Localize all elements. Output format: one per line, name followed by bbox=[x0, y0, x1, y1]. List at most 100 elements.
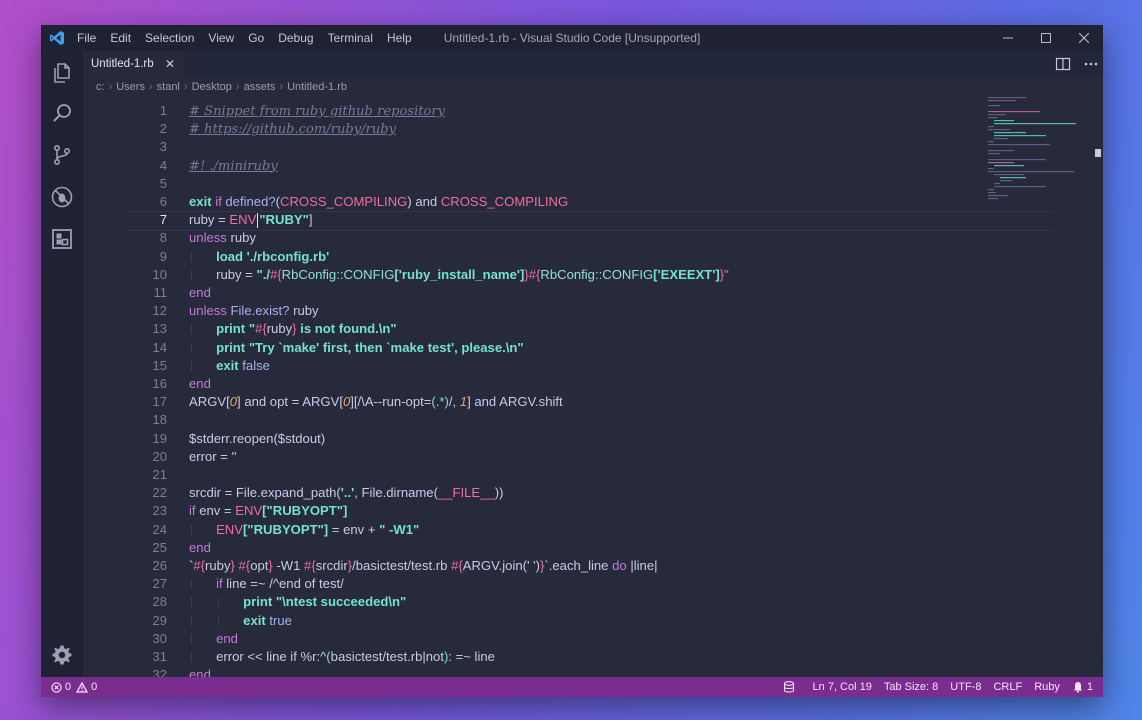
encoding[interactable]: UTF-8 bbox=[950, 681, 981, 693]
code-line[interactable]: 28 print "\ntest succeeded\n" bbox=[83, 593, 1083, 611]
code-line[interactable]: 18 bbox=[83, 411, 1083, 429]
breadcrumb-drive[interactable]: c: bbox=[96, 81, 105, 93]
code-token: print bbox=[216, 339, 249, 355]
code-line[interactable]: 10 ruby = "./#{RbConfig::CONFIG['ruby_ins… bbox=[83, 266, 1083, 284]
code-token: exit bbox=[189, 194, 212, 209]
menu-edit[interactable]: Edit bbox=[110, 31, 131, 45]
code-token: $stderr.reopen($stdout) bbox=[189, 430, 326, 446]
line-number: 32 bbox=[152, 667, 167, 677]
menu-help[interactable]: Help bbox=[387, 31, 412, 45]
code-line[interactable]: 20 error = '' bbox=[83, 448, 1083, 466]
code-line[interactable]: 4 #! ./miniruby bbox=[83, 157, 1083, 175]
breadcrumb-user[interactable]: stanl bbox=[157, 81, 180, 93]
code-token: }#{ bbox=[524, 266, 541, 282]
warning-count: 0 bbox=[91, 681, 98, 693]
problems-indicator[interactable]: 0 0 bbox=[51, 677, 97, 697]
code-text: print "Try `make' first, then `make test… bbox=[216, 339, 524, 357]
cursor-position[interactable]: Ln 7, Col 19 bbox=[813, 681, 872, 693]
code-line[interactable]: 21 bbox=[83, 466, 1083, 484]
code-text: error << line if %r:^(basictest/test.rb|… bbox=[216, 648, 495, 666]
code-line[interactable]: 25 end bbox=[83, 539, 1083, 557]
code-token: ): bbox=[443, 649, 452, 664]
chevron-right-icon: › bbox=[148, 81, 153, 93]
code-line[interactable]: 31 error << line if %r:^(basictest/test.r… bbox=[83, 648, 1083, 666]
tab-close-icon[interactable]: ✕ bbox=[165, 51, 175, 77]
breadcrumb-users[interactable]: Users bbox=[116, 81, 145, 93]
code-line[interactable]: 27 if line =~ /^end of test/ bbox=[83, 575, 1083, 593]
settings-gear-icon[interactable] bbox=[50, 643, 74, 667]
code-line[interactable]: 11 end bbox=[83, 284, 1083, 302]
code-line[interactable]: 23 if env = ENV["RUBYOPT"] bbox=[83, 502, 1083, 520]
more-actions-icon[interactable] bbox=[1083, 56, 1099, 72]
code-token: =~ line bbox=[451, 649, 495, 664]
code-line[interactable]: 6 exit if defined?(CROSS_COMPILING) and C… bbox=[83, 193, 1083, 211]
debug-icon[interactable] bbox=[50, 185, 74, 209]
line-number: 25 bbox=[152, 539, 167, 555]
menu-view[interactable]: View bbox=[208, 31, 234, 45]
maximize-button[interactable] bbox=[1027, 25, 1065, 51]
code-text: `#{ruby} #{opt} -W1 #{srcdir}/basictest/… bbox=[189, 557, 658, 575]
code-line[interactable]: 26 `#{ruby} #{opt} -W1 #{srcdir}/basictes… bbox=[83, 557, 1083, 575]
code-line[interactable]: 8 unless ruby bbox=[83, 229, 1083, 247]
code-token: #{ bbox=[269, 266, 282, 282]
code-line[interactable]: 1 # Snippet from ruby github repository bbox=[83, 102, 1083, 120]
code-line[interactable]: 12 unless File.exist? ruby bbox=[83, 302, 1083, 320]
menu-debug[interactable]: Debug bbox=[278, 31, 313, 45]
menu-selection[interactable]: Selection bbox=[145, 31, 194, 45]
menu-terminal[interactable]: Terminal bbox=[328, 31, 373, 45]
code-token: end bbox=[189, 539, 211, 555]
line-ending[interactable]: CRLF bbox=[993, 681, 1022, 693]
breadcrumb-assets[interactable]: assets bbox=[244, 81, 276, 93]
code-line[interactable]: 22 srcdir = File.expand_path('..', File.d… bbox=[83, 484, 1083, 502]
tab-untitled-1[interactable]: Untitled-1.rb ✕ bbox=[83, 51, 183, 77]
chevron-right-icon: › bbox=[183, 81, 188, 93]
line-number: 13 bbox=[152, 321, 167, 337]
indent-guide bbox=[191, 615, 192, 626]
menu-go[interactable]: Go bbox=[248, 31, 264, 45]
language-mode[interactable]: Ruby bbox=[1034, 681, 1060, 693]
code-text: end bbox=[189, 539, 211, 557]
line-number: 26 bbox=[152, 558, 167, 573]
code-line[interactable]: 14 print "Try `make' first, then `make te… bbox=[83, 339, 1083, 357]
code-text: srcdir = File.expand_path('..', File.dir… bbox=[189, 484, 503, 502]
code-line[interactable]: 32 end bbox=[83, 666, 1083, 677]
code-token: )) bbox=[494, 485, 504, 501]
indent-guide bbox=[218, 615, 220, 626]
code-line[interactable]: 7 ruby = ENV "RUBY"] bbox=[83, 211, 1083, 229]
code-line[interactable]: 29 exit true bbox=[83, 612, 1083, 630]
code-line[interactable]: 15 exit false bbox=[83, 357, 1083, 375]
extensions-icon[interactable] bbox=[50, 227, 74, 251]
code-line[interactable]: 13 print "#{ruby} is not found.\n" bbox=[83, 320, 1083, 338]
bell-icon[interactable] bbox=[1072, 681, 1084, 693]
indent-guide bbox=[191, 342, 192, 353]
code-editor[interactable]: 1 # Snippet from ruby github repository 2 #… bbox=[83, 97, 1103, 677]
breadcrumb-file[interactable]: Untitled-1.rb bbox=[287, 81, 347, 93]
minimap[interactable] bbox=[986, 97, 1076, 207]
search-icon[interactable] bbox=[50, 101, 74, 125]
tab-size[interactable]: Tab Size: 8 bbox=[884, 681, 938, 693]
breadcrumb-desktop[interactable]: Desktop bbox=[192, 81, 232, 93]
code-line[interactable]: 19 $stderr.reopen($stdout) bbox=[83, 430, 1083, 448]
code-token: 1 bbox=[459, 394, 468, 410]
code-line[interactable]: 2 # https://github.com/ruby/ruby bbox=[83, 120, 1083, 138]
code-token: #{ bbox=[193, 558, 206, 573]
code-line[interactable]: 24 ENV["RUBYOPT"] = env + " -W1" bbox=[83, 521, 1083, 539]
menu-file[interactable]: File bbox=[77, 31, 96, 45]
code-text: exit false bbox=[216, 357, 270, 375]
files-icon[interactable] bbox=[50, 61, 74, 85]
code-line[interactable]: 30 end bbox=[83, 630, 1083, 648]
code-token: `.each_line bbox=[544, 558, 613, 573]
close-window-button[interactable] bbox=[1065, 25, 1103, 51]
indent-guide bbox=[218, 597, 220, 608]
code-token: ruby bbox=[205, 558, 231, 573]
code-line[interactable]: 3 bbox=[83, 138, 1083, 156]
database-icon[interactable] bbox=[783, 681, 795, 693]
split-editor-icon[interactable] bbox=[1055, 56, 1071, 72]
code-token: "Try `make' first, then `make test', ple… bbox=[248, 339, 524, 355]
code-line[interactable]: 17 ARGV[0] and opt = ARGV[0][/\A--run-opt… bbox=[83, 393, 1083, 411]
code-line[interactable]: 5 bbox=[83, 175, 1083, 193]
source-control-icon[interactable] bbox=[50, 143, 74, 167]
minimize-button[interactable] bbox=[989, 25, 1027, 51]
code-line[interactable]: 9 load './rbconfig.rb' bbox=[83, 248, 1083, 266]
code-line[interactable]: 16 end bbox=[83, 375, 1083, 393]
